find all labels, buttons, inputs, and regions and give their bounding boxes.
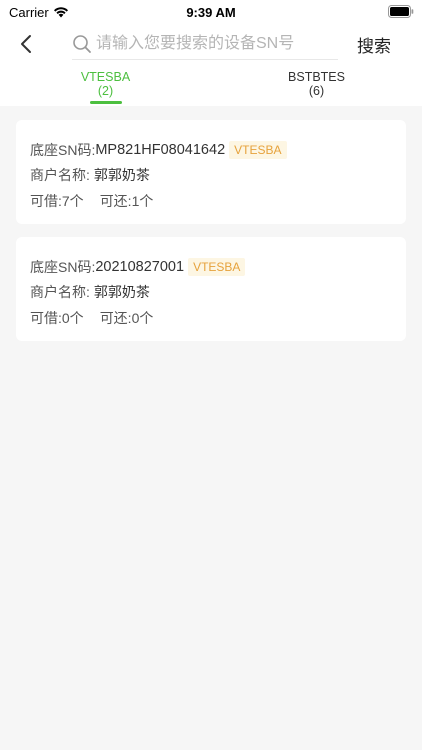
merchant-row: 商户名称: 郭郭奶茶 — [30, 282, 392, 302]
tab-count: (2) — [97, 84, 114, 98]
type-badge: VTESBA — [188, 258, 246, 276]
search-button[interactable]: 搜索 — [344, 28, 404, 60]
tab-bar: VTESBA (2) BSTBTES (6) — [0, 64, 422, 106]
tab-label: VTESBA — [80, 70, 131, 84]
return-label: 可还: — [99, 193, 132, 209]
tab-vtesba[interactable]: VTESBA (2) — [0, 64, 211, 106]
tab-bstbtes[interactable]: BSTBTES (6) — [211, 64, 422, 106]
tab-count: (6) — [308, 84, 325, 98]
battery-icon — [388, 5, 414, 18]
sn-label: 底座SN码: — [30, 259, 96, 275]
return-label: 可还: — [99, 310, 132, 326]
tab-label: BSTBTES — [288, 70, 345, 84]
device-card[interactable]: 底座SN码: MP821HF08041642 VTESBA 商户名称: 郭郭奶茶… — [16, 120, 406, 224]
status-left: Carrier — [9, 5, 69, 20]
return-value: 1个 — [131, 193, 154, 209]
status-bar: Carrier 9:39 AM — [0, 0, 422, 24]
tab-active-indicator — [89, 101, 122, 104]
nav-bar: 搜索 — [0, 24, 422, 64]
borrow-label: 可借: — [30, 193, 62, 209]
type-badge: VTESBA — [229, 141, 287, 159]
device-card[interactable]: 底座SN码: 20210827001 VTESBA 商户名称: 郭郭奶茶 可借:… — [16, 237, 406, 341]
sn-row: 底座SN码: 20210827001 VTESBA — [30, 255, 392, 279]
merchant-value: 郭郭奶茶 — [93, 284, 150, 300]
borrow-value: 0个 — [61, 310, 84, 326]
wifi-icon — [53, 7, 68, 18]
return-value: 0个 — [131, 310, 154, 326]
merchant-value: 郭郭奶茶 — [93, 167, 150, 183]
sn-value: MP821HF08041642 — [95, 142, 226, 158]
chevron-left-icon — [21, 35, 31, 53]
search-box — [72, 28, 338, 60]
merchant-row: 商户名称: 郭郭奶茶 — [30, 165, 392, 185]
merchant-label: 商户名称: — [30, 167, 90, 183]
back-button[interactable] — [4, 24, 48, 64]
borrow-value: 7个 — [61, 193, 84, 209]
stock-row: 可借: 0个 可还: 0个 — [30, 308, 392, 328]
sn-label: 底座SN码: — [30, 142, 96, 158]
search-input[interactable] — [96, 29, 338, 58]
header: Carrier 9:39 AM 搜索 — [0, 0, 422, 106]
borrow-label: 可借: — [30, 310, 62, 326]
sn-row: 底座SN码: MP821HF08041642 VTESBA — [30, 138, 392, 162]
stock-row: 可借: 7个 可还: 1个 — [30, 191, 392, 211]
search-icon — [73, 34, 91, 53]
sn-value: 20210827001 — [95, 259, 185, 275]
carrier-label: Carrier — [9, 4, 49, 20]
merchant-label: 商户名称: — [30, 284, 90, 300]
device-list: 底座SN码: MP821HF08041642 VTESBA 商户名称: 郭郭奶茶… — [0, 106, 422, 341]
